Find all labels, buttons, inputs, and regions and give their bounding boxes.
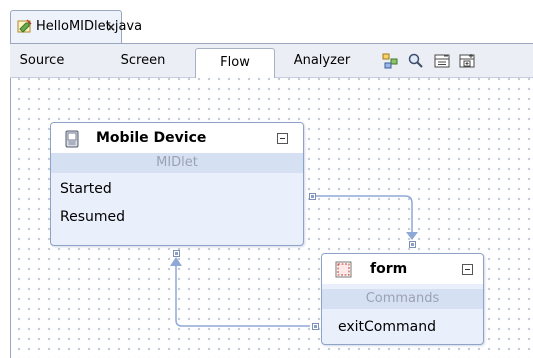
node-subtitle: MIDlet bbox=[51, 153, 303, 173]
device-input-pin-icon[interactable] bbox=[173, 250, 180, 257]
arrow-head-icon bbox=[170, 257, 182, 266]
command-exit[interactable]: exitCommand bbox=[338, 315, 483, 339]
device-icon bbox=[65, 130, 79, 148]
started-to-form-connector bbox=[316, 195, 413, 236]
exit-to-device-connector bbox=[175, 263, 310, 327]
arrow-head-icon bbox=[406, 232, 418, 240]
form-icon bbox=[335, 261, 352, 278]
collapse-icon[interactable] bbox=[462, 264, 473, 275]
exit-command-pin-icon[interactable] bbox=[312, 323, 319, 330]
started-pin-icon[interactable] bbox=[309, 193, 316, 200]
node-subtitle: Commands bbox=[322, 289, 483, 309]
port-started[interactable]: Started bbox=[51, 177, 303, 201]
collapse-icon[interactable] bbox=[277, 133, 288, 144]
port-resumed[interactable]: Resumed bbox=[51, 205, 303, 229]
mobile-device-node[interactable]: Mobile Device MIDlet Started Resumed bbox=[50, 122, 304, 246]
node-title: Mobile Device bbox=[96, 130, 207, 146]
node-title: form bbox=[370, 261, 408, 277]
form-input-pin-icon[interactable] bbox=[409, 241, 416, 248]
form-node[interactable]: form Commands exitCommand bbox=[321, 253, 484, 345]
